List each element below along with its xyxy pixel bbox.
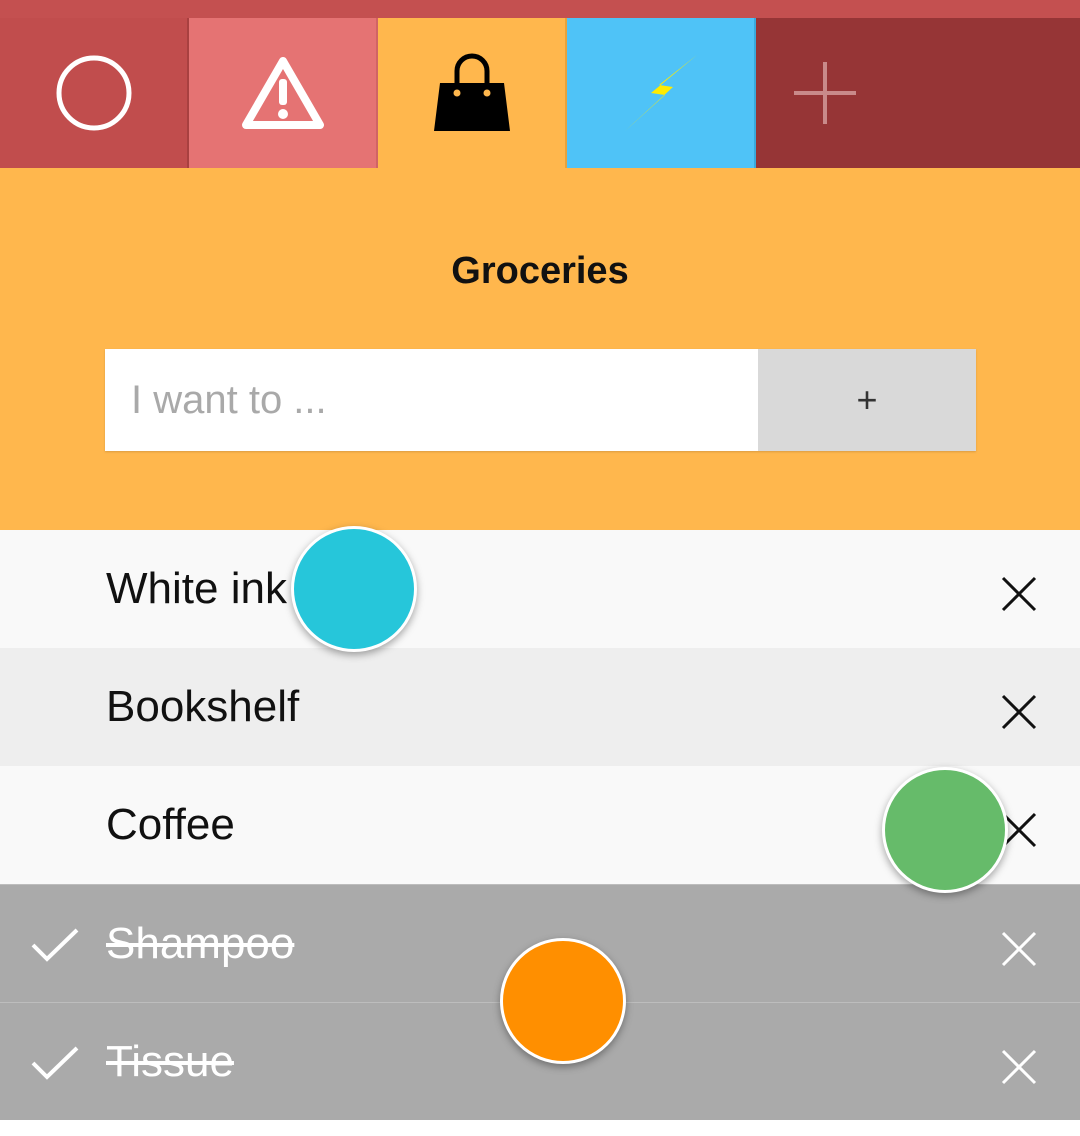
warning-icon	[241, 55, 325, 131]
item-label: Tissue	[106, 1037, 234, 1086]
close-icon[interactable]	[1000, 1048, 1038, 1091]
tab-circle[interactable]	[0, 18, 189, 168]
item-label: White ink	[106, 564, 287, 613]
add-item-button[interactable]: +	[758, 349, 976, 451]
touch-indicator-orange	[500, 938, 626, 1064]
new-item-form: +	[105, 349, 976, 451]
item-label: Shampoo	[106, 919, 295, 968]
close-icon[interactable]	[1000, 575, 1038, 618]
add-list-tab[interactable]	[756, 18, 1080, 168]
tab-shopping[interactable]	[378, 18, 567, 168]
close-icon[interactable]	[1000, 693, 1038, 736]
item-label: Bookshelf	[106, 682, 300, 731]
status-strip	[0, 0, 1080, 18]
touch-indicator-green	[882, 767, 1008, 893]
list-item[interactable]: Bookshelf	[0, 648, 1080, 766]
plus-icon	[792, 60, 858, 126]
list-tabs	[0, 18, 1080, 168]
list-title: Groceries	[451, 250, 629, 292]
lightning-icon	[619, 51, 703, 135]
tab-lightning[interactable]	[567, 18, 756, 168]
tab-warning[interactable]	[189, 18, 378, 168]
checkmark-icon	[30, 927, 80, 968]
shopping-bag-icon	[430, 53, 514, 133]
circle-icon	[54, 53, 134, 133]
touch-indicator-cyan	[291, 526, 417, 652]
checkmark-icon	[30, 1045, 80, 1086]
item-label: Coffee	[106, 800, 235, 849]
list-item[interactable]: White ink	[0, 530, 1080, 648]
new-item-input[interactable]	[105, 349, 758, 451]
list-header: Groceries +	[0, 168, 1080, 530]
close-icon[interactable]	[1000, 930, 1038, 973]
